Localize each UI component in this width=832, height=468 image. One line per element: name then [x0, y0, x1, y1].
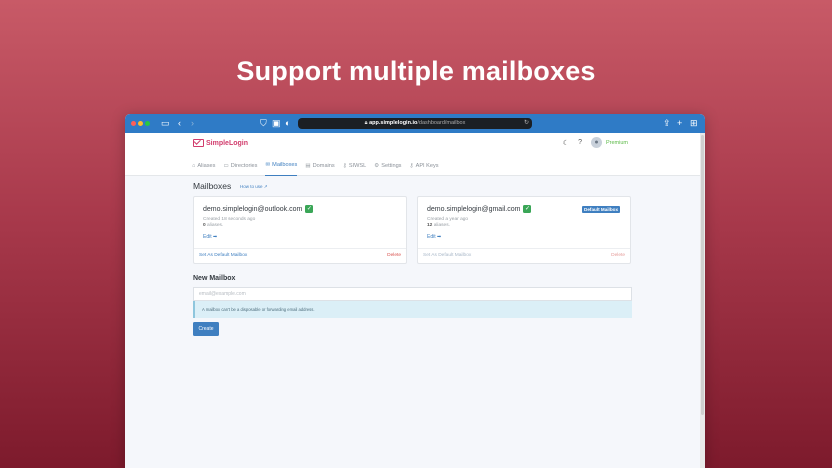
sidebar-icon[interactable]: ▭ — [161, 117, 170, 130]
gear-icon: ⚙ — [374, 162, 380, 169]
mail-icon: ✉ — [265, 162, 271, 168]
home-icon: ⌂ — [192, 162, 196, 169]
tab-aliases[interactable]: ⌂ Aliases — [192, 155, 215, 176]
reload-icon[interactable]: ↻ — [524, 118, 529, 129]
logo-text: SimpleLogin — [206, 139, 248, 147]
set-default-button: Set As Default Mailbox — [423, 253, 472, 258]
alias-count: 0 — [203, 223, 206, 228]
mailbox-card: demo.simplelogin@gmail.com ✓ Default Mai… — [417, 196, 631, 264]
tab-label: API Keys — [415, 162, 439, 169]
tab-label: Aliases — [197, 162, 216, 169]
server-icon: ▤ — [305, 162, 311, 169]
url-path: /dashboard/mailbox — [417, 120, 466, 126]
url-host: app.simplelogin.io — [369, 120, 418, 126]
verified-check-icon: ✓ — [523, 205, 532, 213]
browser-toolbar: ▭ ‹ › ⛉ ▣ ◐ 🔒︎ app.simplelogin.io/dashbo… — [125, 114, 705, 133]
mailbox-card-footer: Set As Default Mailbox Delete — [418, 248, 630, 263]
default-mailbox-badge: Default Mailbox — [582, 206, 620, 213]
help-icon[interactable]: ? — [578, 139, 582, 146]
new-mailbox-email-input[interactable]: email@example.com — [193, 287, 632, 301]
browser-window: ▭ ‹ › ⛉ ▣ ◐ 🔒︎ app.simplelogin.io/dashbo… — [125, 114, 705, 468]
mailbox-email: demo.simplelogin@outlook.com ✓ — [203, 205, 314, 213]
close-window-button[interactable] — [131, 121, 136, 126]
new-tab-icon[interactable]: + — [677, 117, 682, 130]
page-title: Mailboxes — [193, 181, 232, 191]
folder-icon: ▭ — [223, 162, 229, 169]
tab-label: Directories — [230, 162, 258, 169]
mailbox-email: demo.simplelogin@gmail.com ✓ — [427, 205, 532, 213]
address-bar[interactable]: 🔒︎ app.simplelogin.io/dashboard/mailbox … — [298, 118, 532, 129]
mailbox-email-text: demo.simplelogin@gmail.com — [427, 205, 521, 213]
mailbox-card: demo.simplelogin@outlook.com ✓ Created 1… — [193, 196, 407, 264]
mailbox-aliases: 0 aliases. — [203, 223, 255, 229]
premium-label: Premium — [605, 139, 628, 146]
scrollbar-thumb[interactable] — [701, 135, 704, 415]
mailbox-meta: Created a year ago 12 aliases. — [427, 217, 468, 229]
tab-settings[interactable]: ⚙ Settings — [374, 155, 401, 176]
alias-count: 12 — [427, 223, 433, 228]
forward-icon[interactable]: › — [191, 117, 194, 130]
tab-domains[interactable]: ▤ Domains — [305, 155, 334, 176]
edit-link[interactable]: Edit ➡ — [203, 234, 217, 240]
key-icon: ⚷ — [409, 162, 414, 169]
mailbox-card-footer: Set As Default Mailbox Delete — [194, 248, 406, 263]
main-content: Mailboxes How to use ↗ demo.simplelogin@… — [125, 176, 700, 468]
edit-link[interactable]: Edit ➡ — [427, 234, 441, 240]
tab-mailboxes[interactable]: ✉ Mailboxes — [265, 155, 298, 176]
header-actions: ☾ ? ● Premium — [563, 137, 628, 148]
lock-icon: 🔒︎ — [364, 120, 368, 126]
zoom-window-button[interactable] — [145, 121, 150, 126]
tab-siwsl[interactable]: ⚷ SIWSL — [343, 155, 367, 176]
avatar[interactable]: ● — [590, 137, 602, 148]
logo[interactable]: SimpleLogin — [193, 139, 248, 147]
dark-mode-icon[interactable]: ☾ — [563, 139, 569, 147]
extension-lock-icon[interactable]: ▣ — [272, 117, 281, 130]
mailbox-meta: Created 18 seconds ago 0 aliases. — [203, 217, 255, 229]
nav-tabs: ⌂ Aliases ▭ Directories ✉ Mailboxes ▤ Domain… — [125, 155, 700, 176]
key-icon: ⚷ — [342, 162, 347, 169]
headline: Support multiple mailboxes — [236, 56, 596, 86]
verified-check-icon: ✓ — [305, 205, 314, 213]
envelope-logo-icon — [193, 139, 204, 147]
privacy-shield-icon[interactable]: ◐ — [285, 117, 290, 130]
scrollbar[interactable] — [700, 133, 705, 468]
tab-label: Mailboxes — [272, 162, 298, 168]
mailbox-aliases: 12 aliases. — [427, 223, 468, 229]
tab-api-keys[interactable]: ⚷ API Keys — [409, 155, 438, 176]
mailbox-email-text: demo.simplelogin@outlook.com — [203, 205, 303, 213]
delete-button: Delete — [611, 253, 625, 258]
tab-directories[interactable]: ▭ Directories — [223, 155, 257, 176]
extension-shield-icon[interactable]: ⛉ — [260, 117, 267, 130]
delete-button[interactable]: Delete — [387, 253, 401, 258]
alias-suffix: aliases. — [433, 223, 450, 228]
tab-label: SIWSL — [348, 162, 367, 169]
tab-overview-icon[interactable]: ⊞ — [690, 117, 698, 130]
tab-label: Settings — [381, 162, 402, 169]
share-icon[interactable]: ⇪ — [663, 117, 671, 130]
info-alert: A mailbox can't be a disposable or forwa… — [193, 301, 632, 318]
alias-suffix: aliases. — [207, 223, 224, 228]
new-mailbox-title: New Mailbox — [193, 275, 236, 282]
create-button[interactable]: Create — [193, 322, 219, 336]
back-icon[interactable]: ‹ — [178, 117, 181, 130]
minimize-window-button[interactable] — [138, 121, 143, 126]
app-header: SimpleLogin ☾ ? ● Premium — [125, 133, 700, 155]
set-default-button[interactable]: Set As Default Mailbox — [199, 253, 247, 258]
tab-label: Domains — [312, 162, 335, 169]
how-to-use-link[interactable]: How to use ↗ — [240, 184, 268, 190]
